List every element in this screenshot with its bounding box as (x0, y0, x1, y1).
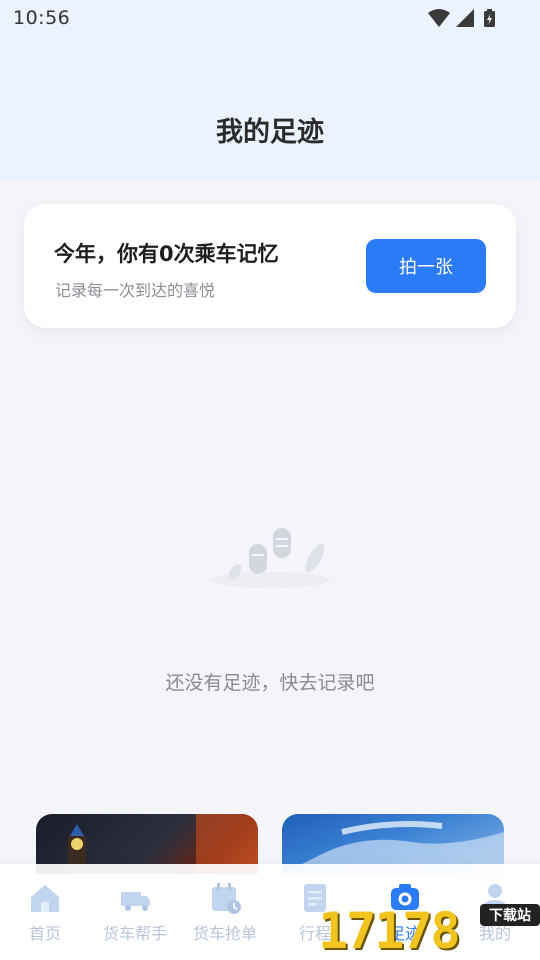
tab-label: 货车抢单 (192, 924, 257, 943)
watermark-badge: 下载站 (480, 904, 540, 926)
memory-card-title: 今年，你有0次乘车记忆 (54, 242, 279, 266)
calendar-clock-icon (212, 883, 241, 914)
tab-truck-helper[interactable]: 货车帮手 (90, 864, 180, 960)
tab-label: 货车帮手 (102, 924, 167, 943)
status-bar: 10:56 (0, 0, 540, 36)
status-icons (428, 9, 495, 27)
battery-charging-icon (484, 9, 495, 27)
tab-label: 首页 (28, 924, 61, 943)
watermark-digits: 17178 (318, 902, 461, 960)
page-title: 我的足迹 (216, 117, 324, 148)
tab-home[interactable]: 首页 (0, 864, 90, 960)
tab-truck-orders[interactable]: 货车抢单 (180, 864, 270, 960)
status-time: 10:56 (13, 7, 71, 29)
signal-icon (456, 9, 474, 27)
truck-icon (121, 892, 150, 911)
footprints-icon (210, 528, 330, 588)
page-header: 10:56 我的足迹 (0, 0, 540, 180)
watermark-logo: 17178 下载站 (318, 900, 540, 960)
memory-card-subtitle: 记录每一次到达的喜悦 (55, 281, 216, 300)
home-icon (31, 885, 59, 912)
empty-state-message: 还没有足迹，快去记录吧 (165, 672, 375, 694)
take-photo-button[interactable]: 拍一张 (366, 239, 486, 293)
memory-card: 今年，你有0次乘车记忆 记录每一次到达的喜悦 拍一张 (24, 204, 516, 328)
wifi-icon (428, 9, 450, 27)
